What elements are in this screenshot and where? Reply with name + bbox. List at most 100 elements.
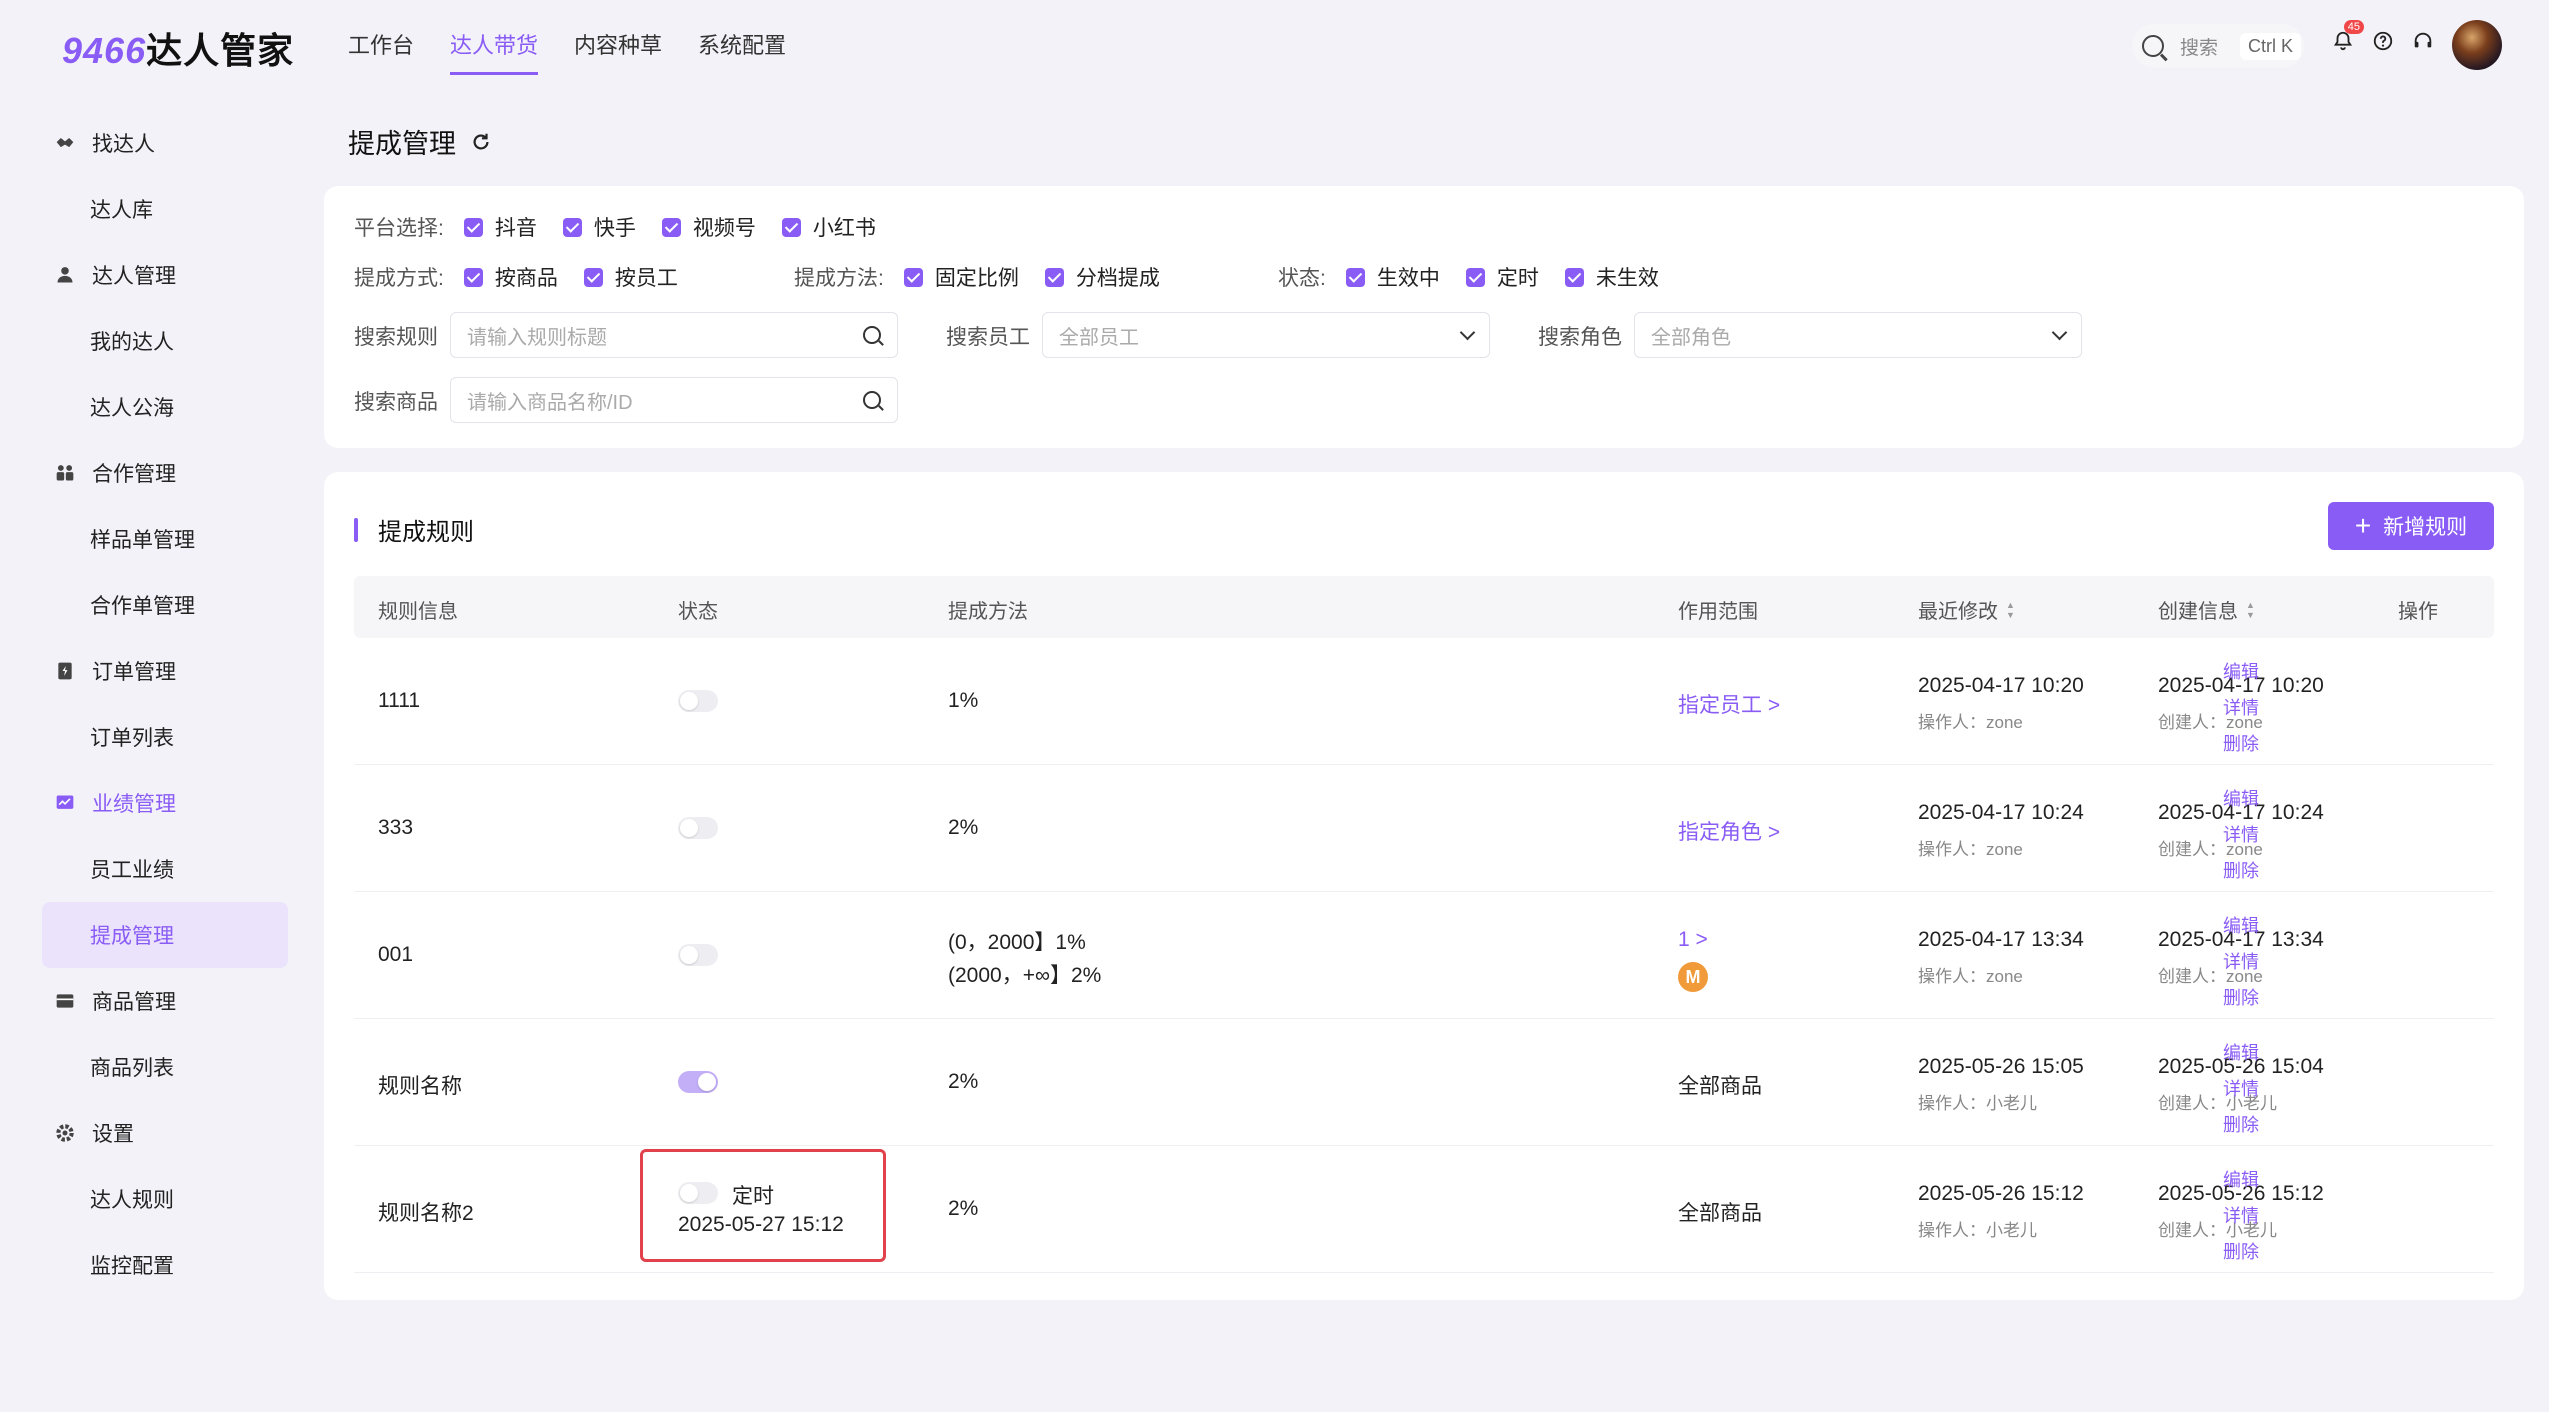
sidebar-group-find[interactable]: 找达人 xyxy=(42,110,288,176)
rule-method: 2% xyxy=(948,1070,979,1093)
sidebar-item-public-pool[interactable]: 达人公海 xyxy=(42,374,288,440)
sidebar-group-orders[interactable]: 订单管理 xyxy=(42,638,288,704)
row-actions: 编辑 详情 删除 xyxy=(2223,1039,2259,1137)
delete-link[interactable]: 删除 xyxy=(2223,857,2259,883)
sidebar-group-label: 达人管理 xyxy=(92,265,176,288)
headset-icon[interactable] xyxy=(2410,28,2436,54)
help-icon[interactable] xyxy=(2370,28,2396,54)
detail-link[interactable]: 详情 xyxy=(2223,948,2259,974)
checkbox-checked-icon xyxy=(463,217,483,237)
checkbox-tiered[interactable]: 分档提成 xyxy=(1044,262,1160,292)
col-modified[interactable]: 最近修改 ▲ ▼ xyxy=(1918,595,2015,624)
checkbox-by-employee[interactable]: 按员工 xyxy=(583,262,678,292)
role-select[interactable]: 全部角色 xyxy=(1634,312,2082,358)
sidebar-group-performance[interactable]: 业绩管理 xyxy=(42,770,288,836)
row-actions: 编辑 详情 删除 xyxy=(2223,785,2259,883)
sort-icon: ▲ ▼ xyxy=(2246,599,2255,620)
edit-link[interactable]: 编辑 xyxy=(2223,1039,2259,1065)
checkbox-fixed-ratio[interactable]: 固定比例 xyxy=(903,262,1019,292)
checkbox-xiaohongshu[interactable]: 小红书 xyxy=(781,212,876,242)
section-accent-bar xyxy=(354,517,358,542)
sidebar-item-sample-orders[interactable]: 样品单管理 xyxy=(42,506,288,572)
delete-link[interactable]: 删除 xyxy=(2223,730,2259,756)
tab-content-seeding[interactable]: 内容种草 xyxy=(574,28,662,75)
tab-workbench[interactable]: 工作台 xyxy=(348,28,414,75)
global-search[interactable]: 搜索 Ctrl K xyxy=(2132,24,2304,68)
delete-link[interactable]: 删除 xyxy=(2223,984,2259,1010)
edit-link[interactable]: 编辑 xyxy=(2223,1166,2259,1192)
detail-link[interactable]: 详情 xyxy=(2223,1075,2259,1101)
sidebar-group-manage[interactable]: 达人管理 xyxy=(42,242,288,308)
sidebar-group-settings[interactable]: 设置 xyxy=(42,1100,288,1166)
table-header: 规则信息 状态 提成方法 作用范围 最近修改 ▲ ▼ 创建信息 ▲ ▼ 操作 xyxy=(354,576,2494,638)
platform-coin-icon: M xyxy=(1678,962,1708,992)
status-filter-row: 状态: 生效中 定时 未生效 xyxy=(1278,262,1685,292)
sidebar-group-products[interactable]: 商品管理 xyxy=(42,968,288,1034)
sidebar-item-product-list[interactable]: 商品列表 xyxy=(42,1034,288,1100)
scope-link[interactable]: 指定角色 > xyxy=(1678,816,1780,846)
sidebar-group-cooperation[interactable]: 合作管理 xyxy=(42,440,288,506)
checkbox-scheduled[interactable]: 定时 xyxy=(1465,262,1539,292)
sidebar-item-influencer-rules[interactable]: 达人规则 xyxy=(42,1166,288,1232)
box-icon xyxy=(54,990,76,1012)
checkbox-by-product[interactable]: 按商品 xyxy=(463,262,558,292)
order-icon xyxy=(54,660,76,682)
search-icon xyxy=(863,391,881,409)
sidebar-item-my-influencers[interactable]: 我的达人 xyxy=(42,308,288,374)
section-title-text: 提成规则 xyxy=(378,519,474,546)
sidebar-item-order-list[interactable]: 订单列表 xyxy=(42,704,288,770)
delete-link[interactable]: 删除 xyxy=(2223,1238,2259,1264)
mode-filter-row: 提成方式: 按商品 按员工 xyxy=(354,262,704,292)
edit-link[interactable]: 编辑 xyxy=(2223,785,2259,811)
chart-icon xyxy=(54,792,76,814)
detail-link[interactable]: 详情 xyxy=(2223,1202,2259,1228)
status-toggle[interactable] xyxy=(678,690,718,712)
row-actions: 编辑 详情 删除 xyxy=(2223,912,2259,1010)
sidebar-item-monitor-config[interactable]: 监控配置 xyxy=(42,1232,288,1298)
add-rule-button[interactable]: + 新增规则 xyxy=(2328,502,2494,550)
table-row: 1111 1% 指定员工 > 2025-04-17 10:20 操作人：zone… xyxy=(354,638,2494,765)
user-avatar[interactable] xyxy=(2452,20,2502,70)
status-toggle[interactable] xyxy=(678,1071,718,1093)
modifier: 操作人：zone xyxy=(1918,840,2023,859)
sidebar-item-cooperation-orders[interactable]: 合作单管理 xyxy=(42,572,288,638)
section-title: 提成规则 xyxy=(354,512,474,547)
detail-link[interactable]: 详情 xyxy=(2223,821,2259,847)
platform-filter-row: 平台选择: 抖音 快手 视频号 小红书 xyxy=(354,212,902,242)
product-search-input[interactable]: 请输入商品名称/ID xyxy=(450,377,898,423)
checkbox-kuaishou[interactable]: 快手 xyxy=(562,212,636,242)
detail-link[interactable]: 详情 xyxy=(2223,694,2259,720)
edit-link[interactable]: 编辑 xyxy=(2223,658,2259,684)
tab-influencer-sales[interactable]: 达人带货 xyxy=(450,28,539,75)
status-toggle[interactable] xyxy=(678,817,718,839)
app-logo[interactable]: 9466达人管家 xyxy=(62,22,294,74)
checkbox-douyin[interactable]: 抖音 xyxy=(463,212,537,242)
status-toggle[interactable] xyxy=(678,944,718,966)
scope-link[interactable]: 指定员工 > xyxy=(1678,689,1780,719)
sidebar-item-commission-management[interactable]: 提成管理 xyxy=(42,902,288,968)
checkbox-checked-icon xyxy=(583,267,603,287)
sort-icon: ▲ ▼ xyxy=(2006,599,2015,620)
col-scope: 作用范围 xyxy=(1678,601,1758,623)
checkbox-inactive[interactable]: 未生效 xyxy=(1564,262,1659,292)
delete-link[interactable]: 删除 xyxy=(2223,1111,2259,1137)
tab-system-config[interactable]: 系统配置 xyxy=(698,28,786,75)
rule-search-input[interactable]: 请输入规则标题 xyxy=(450,312,898,358)
table-row: 333 2% 指定角色 > 2025-04-17 10:24 操作人：zone … xyxy=(354,765,2494,892)
bell-icon[interactable]: 45 xyxy=(2330,20,2364,54)
checkbox-active[interactable]: 生效中 xyxy=(1345,262,1440,292)
sidebar-item-employee-performance[interactable]: 员工业绩 xyxy=(42,836,288,902)
scope-link[interactable]: 1 > xyxy=(1678,928,1708,952)
edit-link[interactable]: 编辑 xyxy=(2223,912,2259,938)
col-actions: 操作 xyxy=(2398,601,2438,623)
rule-name: 333 xyxy=(378,816,414,839)
checkbox-checked-icon xyxy=(1564,267,1584,287)
checkbox-video-account[interactable]: 视频号 xyxy=(661,212,756,242)
modifier: 操作人：zone xyxy=(1918,713,2023,732)
rule-method: 2% xyxy=(948,1197,979,1220)
refresh-icon[interactable] xyxy=(470,131,492,153)
col-created[interactable]: 创建信息 ▲ ▼ xyxy=(2158,595,2255,624)
sidebar-item-influencer-library[interactable]: 达人库 xyxy=(42,176,288,242)
page-title: 提成管理 xyxy=(348,122,492,161)
employee-select[interactable]: 全部员工 xyxy=(1042,312,1490,358)
